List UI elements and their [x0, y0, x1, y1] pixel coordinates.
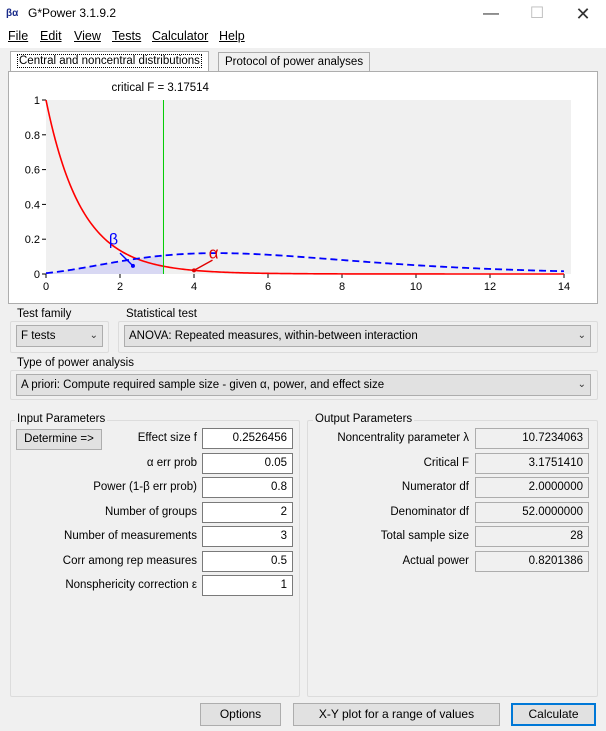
minimize-icon[interactable]: — — [468, 0, 514, 28]
input-param-label: α err prob — [146, 456, 197, 469]
input-param-label: Effect size f — [137, 432, 197, 444]
input-param-field[interactable]: 2 — [202, 501, 293, 523]
options-button[interactable]: Options — [200, 703, 281, 726]
alpha-marker — [192, 268, 196, 273]
x-tick-label: 14 — [558, 281, 570, 293]
output-param-field: 52.0000000 — [475, 501, 589, 523]
test-family-select[interactable]: F tests ⌄ — [16, 325, 103, 347]
chevron-down-icon: ⌄ — [577, 379, 586, 390]
output-param-field: 3.1751410 — [475, 452, 589, 474]
tab-protocol[interactable]: Protocol of power analyses — [218, 52, 371, 71]
output-param-label: Denominator df — [390, 505, 469, 518]
menu-tests[interactable]: Tests — [112, 29, 141, 43]
output-param-label: Numerator df — [401, 481, 469, 493]
input-param-field[interactable]: 1 — [202, 575, 293, 596]
x-tick-label: 4 — [191, 281, 197, 293]
power-analysis-select[interactable]: A priori: Compute required sample size -… — [16, 374, 591, 396]
gpower-app-icon: βα — [6, 8, 19, 19]
input-param-label: Number of measurements — [64, 530, 197, 542]
input-param-field[interactable]: 3 — [202, 526, 293, 547]
test-family-label: Test family — [15, 308, 74, 320]
alpha-symbol: α — [209, 243, 219, 262]
calculate-button[interactable]: Calculate — [511, 703, 596, 726]
x-tick-label: 2 — [117, 281, 123, 293]
menu-file[interactable]: File — [8, 29, 28, 43]
x-axis: 0 2 4 6 8 10 12 14 — [43, 274, 570, 293]
output-param-label: Total sample size — [380, 530, 469, 542]
statistical-test-label: Statistical test — [124, 308, 199, 320]
y-axis: 1 0.8 0.6 0.4 0.2 0 — [25, 95, 46, 281]
menu-calculator[interactable]: Calculator — [152, 29, 208, 43]
input-param-label: Corr among rep measures — [62, 554, 197, 567]
input-param-field[interactable]: 0.05 — [202, 452, 293, 474]
chevron-down-icon: ⌄ — [89, 330, 98, 341]
output-param-field: 28 — [475, 526, 589, 547]
x-tick-label: 8 — [339, 281, 345, 293]
y-tick-label: 0.2 — [25, 234, 40, 246]
output-param-field: 2.0000000 — [475, 477, 589, 498]
input-parameters-label: Input Parameters — [15, 413, 108, 425]
chevron-down-icon: ⌄ — [577, 330, 586, 341]
statistical-test-select[interactable]: ANOVA: Repeated measures, within-between… — [124, 325, 591, 347]
menu-view[interactable]: View — [74, 29, 101, 43]
input-param-label: Number of groups — [104, 505, 197, 518]
title-bar: βα G*Power 3.1.9.2 — ☐ ✕ — [0, 0, 606, 28]
output-param-label: Actual power — [402, 554, 469, 567]
y-tick-label: 0 — [34, 269, 40, 281]
window-title: G*Power 3.1.9.2 — [28, 6, 117, 20]
critical-f-label: critical F = 3.17514 — [111, 82, 209, 94]
x-tick-label: 0 — [43, 281, 49, 293]
distribution-panel: 1 0.8 0.6 0.4 0.2 0 0 2 4 6 8 10 12 14 critical F = … — [8, 71, 598, 304]
x-tick-label: 12 — [484, 281, 496, 293]
input-param-field[interactable]: 0.8 — [202, 477, 293, 498]
power-analysis-label: Type of power analysis — [15, 357, 136, 369]
output-param-label: Noncentrality parameter λ — [337, 432, 469, 444]
y-tick-label: 1 — [34, 95, 40, 107]
x-tick-label: 10 — [410, 281, 422, 293]
maximize-icon[interactable]: ☐ — [514, 0, 560, 28]
distribution-plot: 1 0.8 0.6 0.4 0.2 0 0 2 4 6 8 10 12 14 critical F = … — [25, 82, 571, 293]
y-tick-label: 0.4 — [25, 199, 40, 211]
menu-edit[interactable]: Edit — [40, 29, 62, 43]
output-param-label: Critical F — [423, 456, 469, 469]
x-tick-label: 6 — [265, 281, 271, 293]
beta-symbol: β — [109, 231, 118, 248]
output-param-field: 0.8201386 — [475, 550, 589, 572]
menu-help[interactable]: Help — [219, 29, 245, 43]
input-param-field[interactable]: 0.2526456 — [202, 428, 293, 449]
menu-bar: File Edit View Tests Calculator Help — [0, 28, 606, 49]
input-param-label: Power (1-β err prob) — [93, 481, 197, 493]
output-param-field: 10.7234063 — [475, 428, 589, 449]
tab-distributions[interactable]: Central and noncentral distributions — [10, 51, 209, 72]
output-parameters-label: Output Parameters — [313, 413, 415, 425]
input-param-field[interactable]: 0.5 — [202, 550, 293, 572]
xy-plot-button[interactable]: X-Y plot for a range of values — [293, 703, 500, 726]
close-icon[interactable]: ✕ — [560, 0, 606, 28]
input-param-label: Nonsphericity correction ε — [65, 579, 197, 591]
plot-area — [46, 100, 571, 274]
beta-marker — [130, 263, 135, 268]
y-tick-label: 0.6 — [25, 165, 40, 177]
y-tick-label: 0.8 — [25, 130, 40, 142]
